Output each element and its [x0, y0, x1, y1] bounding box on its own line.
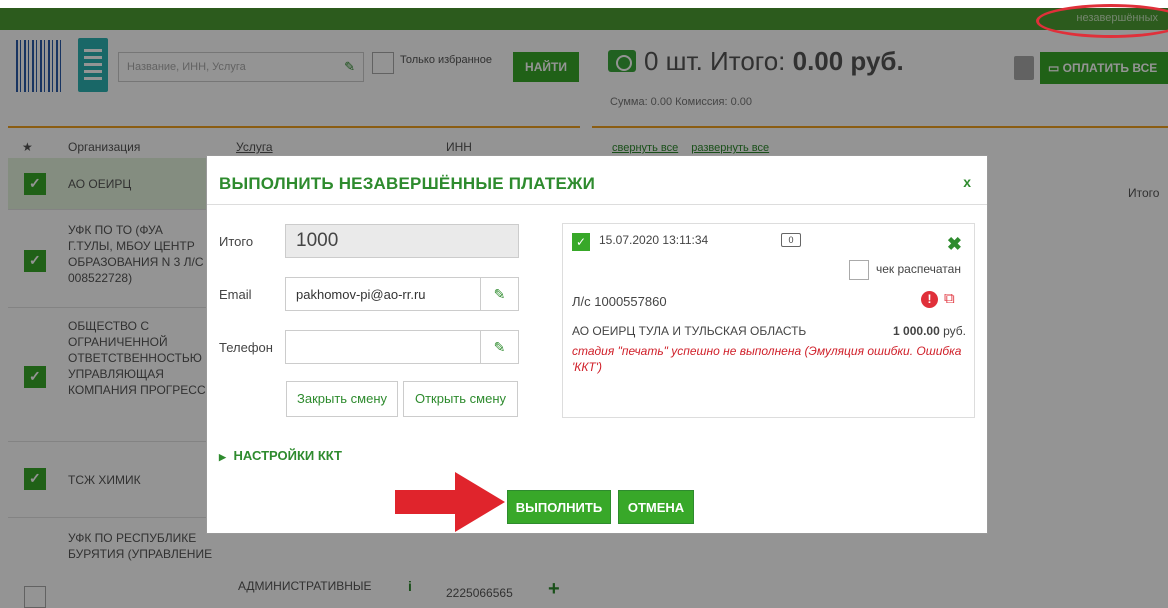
total-field — [285, 224, 519, 258]
eraser-icon[interactable]: ✎ — [480, 278, 518, 310]
payment-currency: руб. — [943, 324, 966, 338]
phone-input[interactable] — [286, 331, 476, 363]
email-input[interactable] — [286, 278, 476, 310]
close-icon[interactable]: x — [963, 174, 971, 190]
cancel-button[interactable]: ОТМЕНА — [618, 490, 694, 524]
cash-icon: 0 — [781, 233, 801, 247]
dialog-title: ВЫПОЛНИТЬ НЕЗАВЕРШЁННЫЕ ПЛАТЕЖИ — [219, 174, 595, 193]
phone-label: Телефон — [219, 340, 273, 355]
divider — [207, 204, 987, 205]
warning-icon[interactable]: ! — [921, 291, 938, 308]
copy-icon[interactable]: ⧉ — [944, 290, 955, 307]
payment-card: ✓ 15.07.2020 13:11:34 0 ✖ чек распечатан… — [562, 223, 975, 418]
execute-button[interactable]: ВЫПОЛНИТЬ — [507, 490, 611, 524]
email-label: Email — [219, 287, 252, 302]
close-shift-button[interactable]: Закрыть смену — [286, 381, 398, 417]
open-shift-button[interactable]: Открыть смену — [403, 381, 518, 417]
eraser-icon[interactable]: ✎ — [480, 331, 518, 363]
phone-field: ✎ — [285, 330, 519, 364]
payment-account: Л/с 1000557860 — [572, 294, 667, 309]
payment-datetime: 15.07.2020 13:11:34 — [599, 233, 709, 247]
total-label: Итого — [219, 234, 254, 249]
chevron-right-icon: ▶ — [219, 452, 226, 462]
red-arrow-annotation — [395, 472, 505, 532]
remove-payment-icon[interactable]: ✖ — [947, 234, 962, 255]
payment-checkbox[interactable]: ✓ — [572, 233, 590, 251]
payment-amount: 1 000.00 руб. — [893, 324, 966, 338]
arrow-shape — [395, 472, 505, 532]
incomplete-payments-dialog: ВЫПОЛНИТЬ НЕЗАВЕРШЁННЫЕ ПЛАТЕЖИ x Итого … — [206, 155, 988, 534]
email-field: ✎ — [285, 277, 519, 311]
kkt-settings-toggle[interactable]: ▶ НАСТРОЙКИ ККТ — [219, 448, 342, 463]
receipt-printed-label: чек распечатан — [876, 262, 961, 276]
total-value — [286, 225, 476, 257]
payment-error-message: стадия "печать" успешно не выполнена (Эм… — [572, 344, 962, 374]
kkt-settings-label: НАСТРОЙКИ ККТ — [233, 448, 342, 463]
receipt-printed-checkbox[interactable] — [849, 260, 869, 280]
payment-amount-value: 1 000.00 — [893, 324, 940, 338]
payment-organization: АО ОЕИРЦ ТУЛА И ТУЛЬСКАЯ ОБЛАСТЬ — [572, 324, 807, 338]
